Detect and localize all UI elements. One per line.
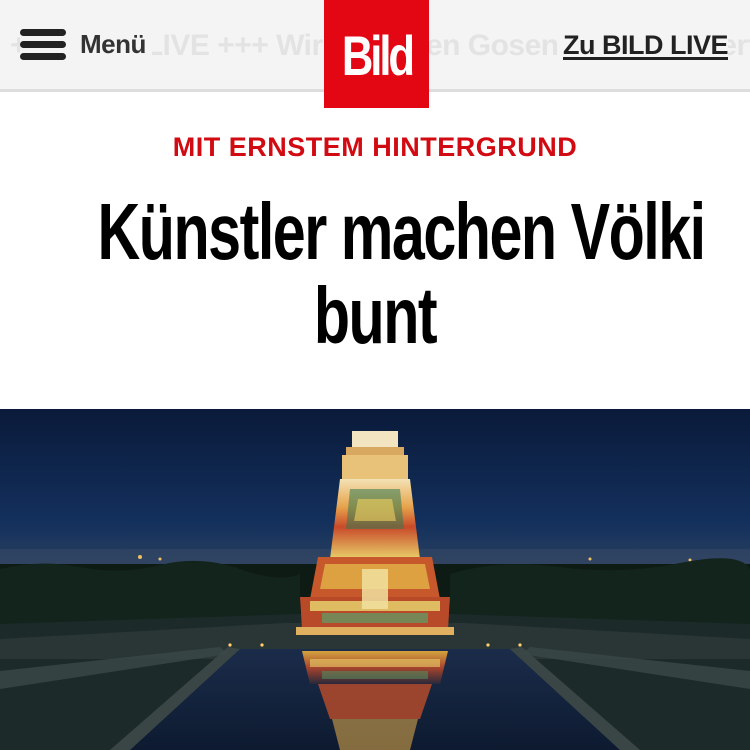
- article-kicker: MIT ERNSTEM HINTERGRUND: [172, 132, 578, 162]
- article-headline: Künstler machen Völki bunt: [0, 190, 750, 358]
- menu-button[interactable]: Menü: [20, 24, 152, 64]
- bild-logo-text: Bild: [341, 24, 414, 87]
- hamburger-menu-icon: [20, 27, 66, 61]
- menu-label: Menü: [80, 28, 146, 59]
- headline-line-1: Künstler machen Völki: [97, 187, 707, 276]
- article-hero-image[interactable]: [0, 409, 750, 750]
- monument-night-photo: [0, 409, 750, 750]
- headline-line-2: bunt: [313, 271, 438, 360]
- bild-logo[interactable]: Bild: [324, 0, 429, 108]
- bild-live-link[interactable]: Zu BILD LIVE: [557, 30, 729, 61]
